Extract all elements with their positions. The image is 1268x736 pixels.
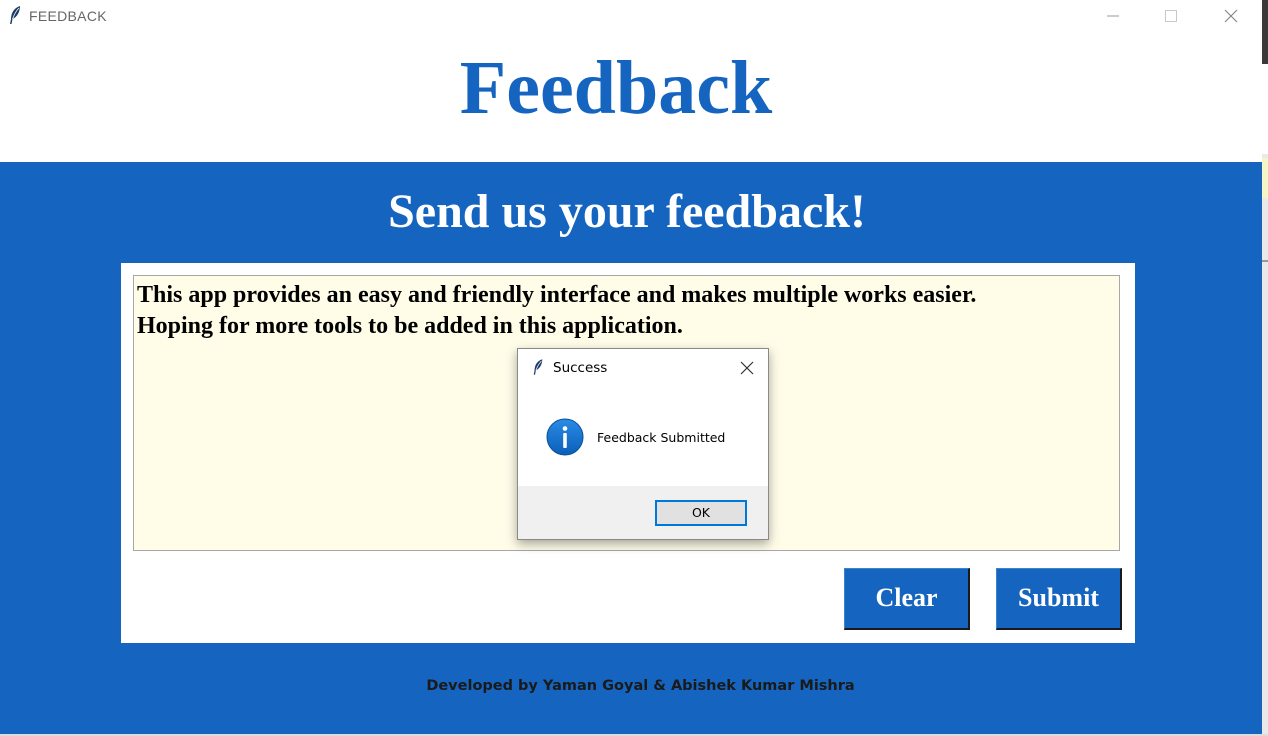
clear-button[interactable]: Clear xyxy=(844,568,970,630)
feather-icon xyxy=(8,5,22,25)
minimize-icon xyxy=(1107,15,1119,17)
window-title: FEEDBACK xyxy=(29,8,107,24)
feedback-line: Hoping for more tools to be added in thi… xyxy=(137,313,683,339)
dialog-footer: OK xyxy=(518,486,768,539)
dialog-close-button[interactable] xyxy=(736,357,758,379)
feather-icon xyxy=(532,358,544,376)
dialog-message: Feedback Submitted xyxy=(597,430,726,445)
developer-credit: Developed by Yaman Goyal & Abishek Kumar… xyxy=(426,678,855,694)
window-titlebar[interactable]: FEEDBACK xyxy=(0,0,1262,32)
dialog-titlebar[interactable]: Success xyxy=(518,349,768,387)
dialog-title: Success xyxy=(553,360,608,376)
maximize-icon xyxy=(1165,10,1177,22)
ok-button[interactable]: OK xyxy=(655,500,747,526)
close-icon xyxy=(740,361,754,375)
info-icon xyxy=(546,418,584,456)
maximize-button[interactable] xyxy=(1142,0,1200,32)
form-subtitle: Send us your feedback! xyxy=(388,185,866,238)
minimize-button[interactable] xyxy=(1084,0,1142,32)
background-window-edge xyxy=(1262,0,1268,736)
page-title: Feedback xyxy=(459,46,773,130)
submit-button[interactable]: Submit xyxy=(996,568,1122,630)
close-icon xyxy=(1224,9,1238,23)
feedback-line: This app provides an easy and friendly i… xyxy=(137,282,977,308)
success-dialog: Success Feedback Submitted OK xyxy=(517,348,769,540)
close-window-button[interactable] xyxy=(1202,0,1260,32)
